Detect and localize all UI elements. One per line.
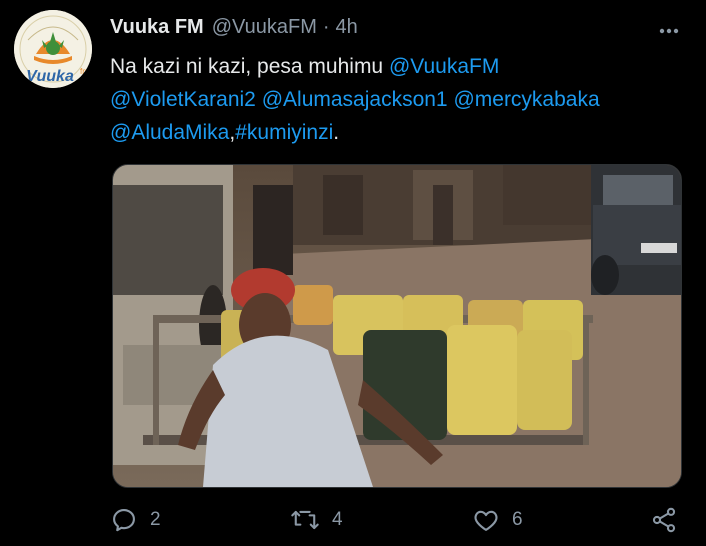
- tweet-photo[interactable]: [112, 164, 682, 488]
- retweet-button[interactable]: 4: [290, 502, 343, 538]
- mention-link[interactable]: @mercykabaka: [453, 88, 599, 111]
- reply-icon: [113, 509, 135, 532]
- tweet-text-prefix: Na kazi ni kazi, pesa muhimu: [110, 55, 389, 78]
- avatar-logo-text: Vuuka: [26, 68, 74, 85]
- retweet-count: 4: [332, 509, 343, 530]
- share-button[interactable]: [650, 502, 690, 538]
- mention-link[interactable]: @VuukaFM: [389, 55, 499, 78]
- retweet-icon: [291, 510, 319, 530]
- mention-link[interactable]: @VioletKarani2: [110, 88, 256, 111]
- separator-dot: ·: [322, 15, 330, 38]
- avatar-logo-suffix: fm: [80, 67, 89, 76]
- like-button[interactable]: 6: [472, 502, 523, 538]
- avatar[interactable]: Vuuka fm: [14, 10, 92, 88]
- display-name[interactable]: Vuuka FM: [110, 16, 204, 39]
- share-icon: [652, 507, 676, 533]
- mention-link[interactable]: @Alumasajackson1: [262, 88, 448, 111]
- like-count: 6: [512, 509, 523, 530]
- mention-link[interactable]: @AludaMika: [110, 121, 229, 144]
- user-handle[interactable]: @VuukaFM: [212, 16, 317, 39]
- tweet-actions: 2 4 6: [110, 502, 690, 538]
- reply-button[interactable]: 2: [110, 502, 161, 538]
- heart-icon: [474, 510, 498, 531]
- tweet-header: Vuuka FM @VuukaFM · 4h: [110, 12, 686, 42]
- tweet-text: Na kazi ni kazi, pesa muhimu @VuukaFM @Vi…: [110, 50, 690, 149]
- hashtag-link[interactable]: #kumiyinzi: [235, 121, 333, 144]
- reply-count: 2: [150, 509, 161, 530]
- period: .: [333, 121, 340, 144]
- more-horizontal-icon[interactable]: [656, 18, 682, 51]
- timestamp[interactable]: 4h: [336, 16, 358, 39]
